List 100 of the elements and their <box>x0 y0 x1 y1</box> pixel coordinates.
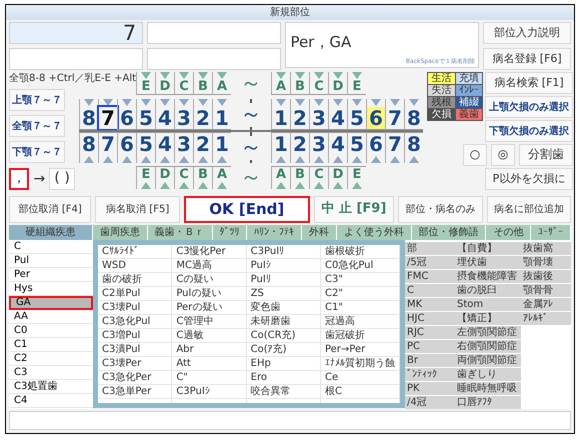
tooth-button[interactable]: C <box>174 72 193 95</box>
list-item[interactable]: C3壊Per <box>98 357 172 371</box>
list-item[interactable]: Co(ｱ充) <box>246 343 320 357</box>
list-item[interactable]: C" <box>172 371 246 385</box>
tooth-button[interactable]: E <box>347 166 366 189</box>
separator-button[interactable]: ( ) <box>49 168 75 190</box>
list-item[interactable]: PuIｼ <box>246 259 320 273</box>
list-item[interactable]: 抜歯後 <box>521 270 571 283</box>
list-item[interactable]: 金属ｱﾚ <box>521 298 571 311</box>
list-item[interactable]: PuIﾘ <box>246 273 320 287</box>
list-item[interactable]: GA <box>9 296 93 310</box>
list-item[interactable]: C4 <box>9 394 93 408</box>
input-field[interactable] <box>9 48 144 70</box>
tooth-button[interactable]: B <box>290 72 309 95</box>
list-item[interactable]: C1 <box>9 338 93 352</box>
list-item[interactable]: 口唇ｱﾌﾀ <box>455 396 521 409</box>
tooth-button[interactable]: 1 <box>271 99 290 130</box>
tooth-button[interactable]: C <box>174 166 193 189</box>
tooth-button[interactable]: 4 <box>155 99 174 130</box>
list-item[interactable]: 根C <box>320 385 399 399</box>
list-item[interactable]: C3PuIﾘ <box>246 245 320 259</box>
tooth-button[interactable]: E <box>136 72 155 95</box>
tooth-button[interactable]: 8 <box>79 99 98 130</box>
tooth-button[interactable]: 2 <box>290 132 309 163</box>
list-item[interactable]: 歯冠破折 <box>320 329 399 343</box>
list-item[interactable]: ZS <box>246 287 320 301</box>
tooth-button[interactable]: 1 <box>212 99 231 130</box>
input-field[interactable]: 7 <box>9 22 144 44</box>
tooth-button[interactable]: 5 <box>136 132 155 163</box>
list-item[interactable]: HJC <box>405 312 455 325</box>
tooth-button[interactable]: 6 <box>117 99 136 130</box>
tooth-button[interactable]: 4 <box>328 99 347 130</box>
list-item[interactable]: C2" <box>320 287 399 301</box>
list-item[interactable]: C0急化Pul <box>320 259 399 273</box>
list-item[interactable]: 顎骨骨 <box>521 284 571 297</box>
toolbar-button[interactable]: 上顎欠損のみ選択 <box>485 96 573 118</box>
list-item[interactable]: C3 <box>9 366 93 380</box>
tooth-button[interactable]: 2 <box>193 99 212 130</box>
tooth-button[interactable]: A <box>212 72 231 95</box>
list-item[interactable]: C2単Pul <box>98 287 172 301</box>
list-item[interactable]: Hys <box>9 282 93 296</box>
list-item[interactable]: 【自費】 <box>455 242 521 255</box>
list-item[interactable]: Pulの疑い <box>172 287 246 301</box>
tooth-button[interactable]: A <box>271 166 290 189</box>
list-item[interactable]: WSD <box>98 259 172 273</box>
tooth-button[interactable]: C <box>309 166 328 189</box>
list-item[interactable]: 部 <box>405 242 455 255</box>
list-item[interactable]: Att <box>172 357 246 371</box>
jaw-button[interactable]: 下顎７～７ <box>9 141 65 163</box>
list-item[interactable]: Cの疑い <box>172 273 246 287</box>
tooth-button[interactable]: C <box>309 72 328 95</box>
list-item[interactable]: Perの疑い <box>172 301 246 315</box>
list-item[interactable]: C3" <box>320 273 399 287</box>
list-item[interactable]: C管理中 <box>172 315 246 329</box>
list-item[interactable]: Stom <box>455 298 521 311</box>
list-item[interactable]: PK <box>405 382 455 395</box>
tooth-button[interactable]: B <box>193 166 212 189</box>
tooth-button[interactable]: D <box>155 72 174 95</box>
list-item[interactable]: 歯ぎしり <box>455 368 521 381</box>
list-item[interactable]: C3慢化Per <box>172 245 246 259</box>
list-item[interactable]: 未研磨歯 <box>246 315 320 329</box>
list-item[interactable]: ｱﾚﾙｷﾞ <box>521 312 571 325</box>
tooth-button[interactable]: 2 <box>290 99 309 130</box>
tooth-button[interactable]: 8 <box>404 132 423 163</box>
toolbar-button[interactable]: 病名登録 [F6] <box>483 48 571 70</box>
tooth-button[interactable]: B <box>290 166 309 189</box>
list-item[interactable]: Pul <box>9 254 93 268</box>
tooth-button[interactable]: 8 <box>404 99 423 130</box>
list-item[interactable]: /5冠 <box>405 256 455 269</box>
tooth-button[interactable]: 5 <box>136 99 155 130</box>
list-item[interactable]: 歯の破折 <box>98 273 172 287</box>
list-item[interactable]: RJC <box>405 326 455 339</box>
list-item[interactable]: C3急化Per <box>98 371 172 385</box>
list-item[interactable]: 両側顎関節症 <box>455 354 521 367</box>
list-item[interactable]: 右側顎関節症 <box>455 340 521 353</box>
tab[interactable]: 外科 <box>302 225 337 240</box>
jaw-button[interactable]: 上顎７～７ <box>9 89 65 111</box>
toolbar-button[interactable]: P以外を欠損に <box>485 168 573 190</box>
list-item[interactable]: Ce <box>320 371 399 385</box>
tooth-button[interactable]: 5 <box>347 132 366 163</box>
tooth-button[interactable]: 2 <box>193 132 212 163</box>
tooth-button[interactable]: B <box>193 72 212 95</box>
action-button[interactable]: 中 止 [F9] <box>314 196 394 223</box>
action-button[interactable]: 病名に部位追加 <box>486 196 571 223</box>
list-item[interactable]: 抜歯窩 <box>521 242 571 255</box>
action-button[interactable]: 部位・病名のみ <box>398 196 483 223</box>
list-item[interactable]: C3潰Pul <box>98 343 172 357</box>
tab[interactable]: その他 <box>486 225 532 240</box>
tooth-button[interactable]: D <box>328 72 347 95</box>
list-item[interactable]: 摂食機能障害 <box>455 270 521 283</box>
action-button[interactable]: 部位取消 [F4] <box>9 196 92 223</box>
input-field[interactable] <box>147 48 282 70</box>
list-item[interactable]: 変色歯 <box>246 301 320 315</box>
list-item[interactable]: C3増Pul <box>98 329 172 343</box>
input-field[interactable] <box>147 22 282 44</box>
list-item[interactable]: C <box>405 284 455 297</box>
list-item[interactable]: Cｻﾙﾗｲﾄﾞ <box>98 245 172 259</box>
tooth-button[interactable]: 4 <box>328 132 347 163</box>
tab[interactable]: 義歯・Ｂｒ <box>148 225 213 240</box>
tooth-button[interactable]: 3 <box>174 132 193 163</box>
